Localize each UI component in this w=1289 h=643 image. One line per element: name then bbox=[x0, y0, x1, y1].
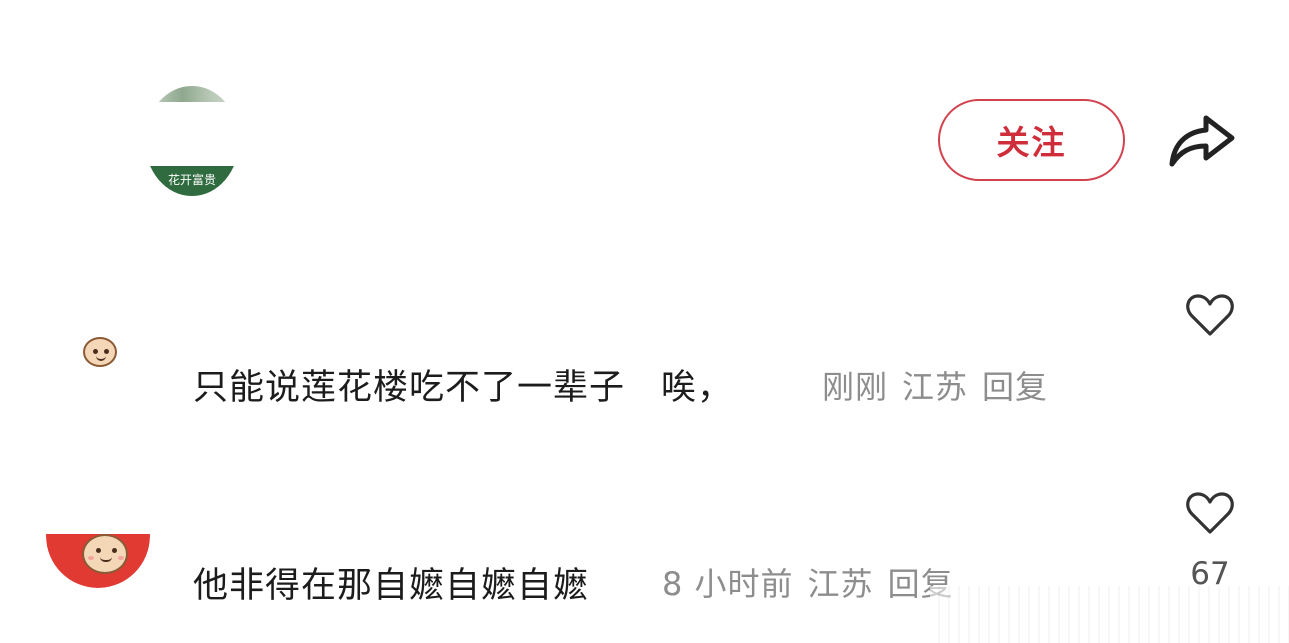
avatar-caption: 花开富贵 bbox=[167, 173, 216, 187]
commenter-avatar[interactable] bbox=[49, 285, 153, 389]
cartoon-face-icon bbox=[82, 534, 128, 574]
avatar-image-strip bbox=[145, 86, 239, 102]
comment-text: 只能说莲花楼吃不了一辈子 唉， bbox=[193, 368, 734, 408]
follow-button[interactable]: 关注 bbox=[938, 99, 1125, 181]
watermark-strip bbox=[930, 586, 1289, 643]
author-avatar[interactable]: 花开富贵 bbox=[145, 86, 239, 196]
commenter-avatar[interactable] bbox=[46, 484, 150, 588]
reply-button[interactable]: 回复 bbox=[982, 368, 1048, 406]
share-icon[interactable] bbox=[1166, 106, 1238, 170]
heart-icon[interactable] bbox=[1185, 490, 1235, 536]
comment-text: 他非得在那自嬷自嬷自嬷 bbox=[193, 566, 590, 606]
heart-icon[interactable] bbox=[1185, 292, 1235, 338]
cartoon-face-icon bbox=[83, 337, 117, 367]
comment-time: 8 小时前 bbox=[662, 565, 794, 603]
comment-meta: 刚刚 江苏 回复 bbox=[822, 362, 1062, 408]
comment-location: 江苏 bbox=[807, 565, 874, 603]
comment-time: 刚刚 bbox=[822, 368, 889, 406]
comment-meta: 8 小时前 江苏 回复 bbox=[662, 559, 968, 605]
comment-location: 江苏 bbox=[902, 368, 969, 406]
